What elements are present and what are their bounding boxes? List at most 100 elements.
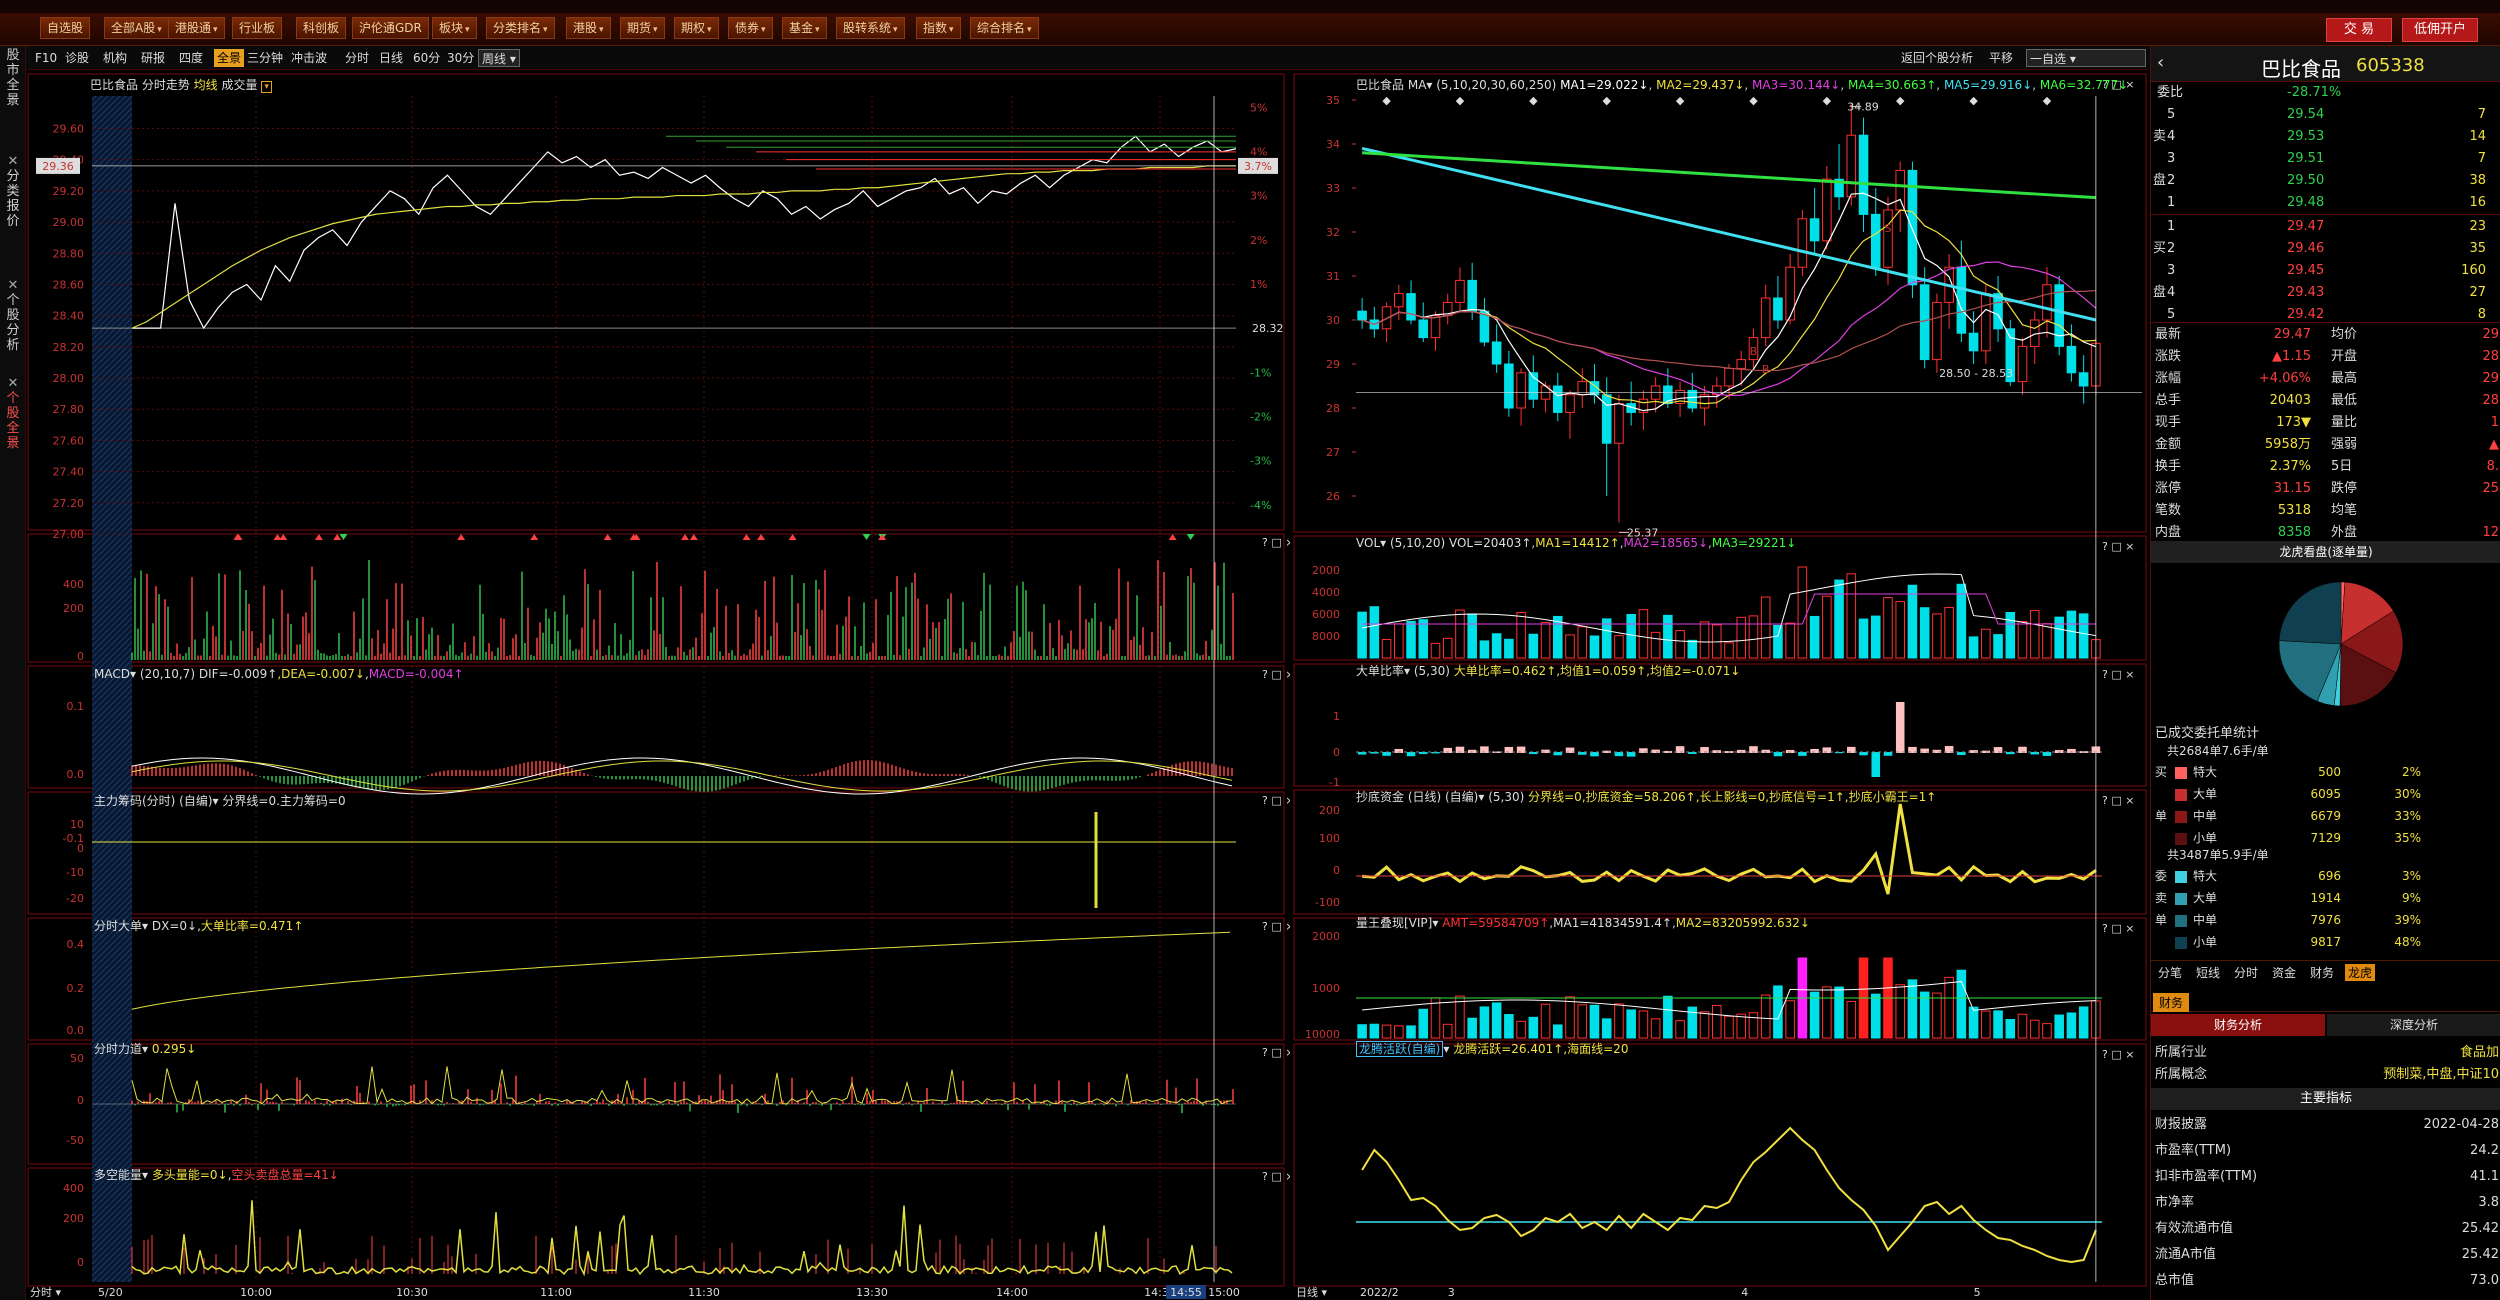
period-weekly[interactable]: 周线 ▾ — [478, 49, 520, 67]
dkn-tick-label: 200 — [63, 1212, 84, 1225]
volume-bar — [1418, 619, 1429, 659]
quote-tab-5[interactable]: 龙虎 — [2345, 964, 2376, 981]
signal-marker — [757, 534, 766, 540]
bid-row[interactable]: 买 2 29.46 35 — [2151, 238, 2500, 259]
pan-button[interactable]: 平移 — [1986, 49, 2016, 67]
quote-tab-3[interactable]: 资金 — [2269, 964, 2299, 981]
sidebar-tab-analysis[interactable]: ✕ 个股分析 — [2, 278, 24, 353]
quote-tab-0[interactable]: 分笔 — [2155, 964, 2185, 981]
menu-item-15[interactable]: 综合排名 ▾ — [970, 17, 1039, 39]
back-analysis-button[interactable]: 返回个股分析 — [1898, 49, 1976, 67]
menu-label: 债券 — [735, 21, 760, 35]
impact-wave-button[interactable]: 冲击波 — [288, 49, 330, 67]
menu-item-8[interactable]: 港股 ▾ — [566, 17, 611, 39]
chevron-down-icon: ▾ — [465, 25, 470, 35]
subtab-finance-analysis[interactable]: 财务分析 — [2151, 1014, 2325, 1036]
panel-controls: ? □ × — [1262, 1170, 1290, 1183]
lwjb-bar — [2017, 1013, 2028, 1039]
sidebar-tab-panorama[interactable]: ✕ 个股全景 — [2, 376, 24, 451]
candle-body — [1724, 367, 1734, 387]
menu-item-10[interactable]: 期权 ▾ — [674, 17, 719, 39]
watchlist-select[interactable]: 一自选 ▾ — [2026, 49, 2146, 67]
menu-label: 综合排名 — [977, 21, 1026, 35]
menu-item-3[interactable]: 行业板 — [232, 17, 283, 39]
ask-row[interactable]: 1 29.48 16 — [2151, 192, 2500, 213]
period-daily[interactable]: 日线 — [376, 49, 406, 67]
volume-bar — [2054, 616, 2064, 659]
three-min-button[interactable]: 三分钟 — [244, 49, 286, 67]
period-intraday[interactable]: 分时 — [342, 49, 372, 67]
menu-item-7[interactable]: 分类排名 ▾ — [486, 17, 555, 39]
open-account-button[interactable]: 低佣开户 — [2402, 18, 2478, 42]
f10-button[interactable]: F10 — [32, 49, 60, 67]
ask-row[interactable]: 3 29.51 7 — [2151, 148, 2500, 169]
price-tick-label: 29.20 — [53, 185, 85, 198]
research-button[interactable]: 研报 — [138, 49, 168, 67]
signal-marker — [689, 534, 698, 540]
four-degree-button[interactable]: 四度 — [176, 49, 206, 67]
back-arrow-icon[interactable]: ‹ — [2157, 52, 2164, 73]
panorama-button[interactable]: 全景 — [214, 49, 245, 67]
menu-item-1[interactable]: 全部A股 ▾ — [104, 17, 169, 39]
period-30min[interactable]: 30分 — [444, 49, 477, 67]
close-icon[interactable]: ✕ — [8, 154, 19, 169]
menu-item-5[interactable]: 沪伦通GDR — [352, 17, 429, 39]
menu-item-4[interactable]: 科创板 — [296, 17, 347, 39]
close-icon[interactable]: ✕ — [8, 376, 19, 391]
event-marker: ◆ — [1823, 94, 1832, 107]
volume-bar — [1858, 618, 1869, 659]
ask-row[interactable]: 盘 2 29.50 38 — [2151, 170, 2500, 191]
ask-row[interactable]: 卖 4 29.53 14 — [2151, 126, 2500, 147]
bid-row[interactable]: 3 29.45 160 — [2151, 260, 2500, 281]
panel-controls: ? □ × — [2102, 540, 2134, 553]
dea-line — [131, 760, 1233, 792]
finance-tab[interactable]: 财务 — [2153, 993, 2190, 1012]
candle-body — [1430, 315, 1441, 339]
menu-item-0[interactable]: 自选股 — [40, 17, 91, 39]
lwjb-bar — [2042, 1023, 2052, 1039]
sidebar-tab-category[interactable]: ✕ 分类报价 — [2, 154, 24, 229]
pct-tick-label: -4% — [1250, 499, 1271, 512]
menu-label: 指数 — [923, 21, 948, 35]
menu-label: 科创板 — [303, 21, 340, 35]
lwjb-bar — [1736, 1013, 1747, 1039]
menu-item-9[interactable]: 期货 ▾ — [620, 17, 665, 39]
menu-item-12[interactable]: 基金 ▾ — [782, 17, 827, 39]
volume-bar — [1699, 621, 1710, 659]
menu-item-6[interactable]: 板块 ▾ — [432, 17, 477, 39]
menu-label: 沪伦通GDR — [359, 21, 422, 35]
trade-button[interactable]: 交 易 — [2326, 18, 2392, 42]
menu-item-2[interactable]: 港股通 ▾ — [168, 17, 225, 39]
quote-tab-4[interactable]: 财务 — [2307, 964, 2337, 981]
quote-tab-bar: 分笔 短线 分时 资金 财务 龙虎 — [2151, 960, 2500, 982]
time-mode-select: 分时 ▾ — [30, 1286, 61, 1299]
menu-item-11[interactable]: 债券 ▾ — [728, 17, 773, 39]
close-icon[interactable]: ✕ — [8, 278, 19, 293]
subtab-deep-analysis[interactable]: 深度分析 — [2327, 1014, 2500, 1036]
sell-signal-marker: S — [1884, 222, 1891, 235]
ask-row[interactable]: 5 29.54 7 — [2151, 104, 2500, 125]
candle-body — [1394, 293, 1404, 308]
period-60min[interactable]: 60分 — [410, 49, 443, 67]
pie-slice — [2278, 581, 2342, 645]
event-marker: ◆ — [1676, 94, 1685, 107]
bid-row[interactable]: 1 29.47 23 — [2151, 216, 2500, 237]
menu-item-13[interactable]: 股转系统 ▾ — [836, 17, 905, 39]
time-tick-label: 5/20 — [98, 1286, 123, 1299]
bid-row[interactable]: 盘 4 29.43 27 — [2151, 282, 2500, 303]
dadan-tick-label: 1 — [1333, 710, 1340, 723]
chevron-down-icon[interactable]: ▾ — [261, 81, 272, 93]
quote-tab-2[interactable]: 分时 — [2231, 964, 2261, 981]
volume-bar — [1491, 633, 1502, 659]
candle-body — [1809, 218, 1820, 242]
stat-row: 内盘 8358 外盘 12 — [2155, 525, 2499, 540]
menu-item-14[interactable]: 指数 ▾ — [916, 17, 961, 39]
price-line — [132, 135, 1237, 330]
quote-tab-1[interactable]: 短线 — [2193, 964, 2223, 981]
institution-button[interactable]: 机构 — [100, 49, 130, 67]
sidebar-tab-market[interactable]: 股市全景 — [2, 48, 24, 108]
time-mode-select: 日线 ▾ — [1296, 1285, 1327, 1299]
candle-body — [1858, 134, 1869, 215]
diagnose-button[interactable]: 诊股 — [62, 49, 92, 67]
volume-bar — [1601, 618, 1612, 659]
